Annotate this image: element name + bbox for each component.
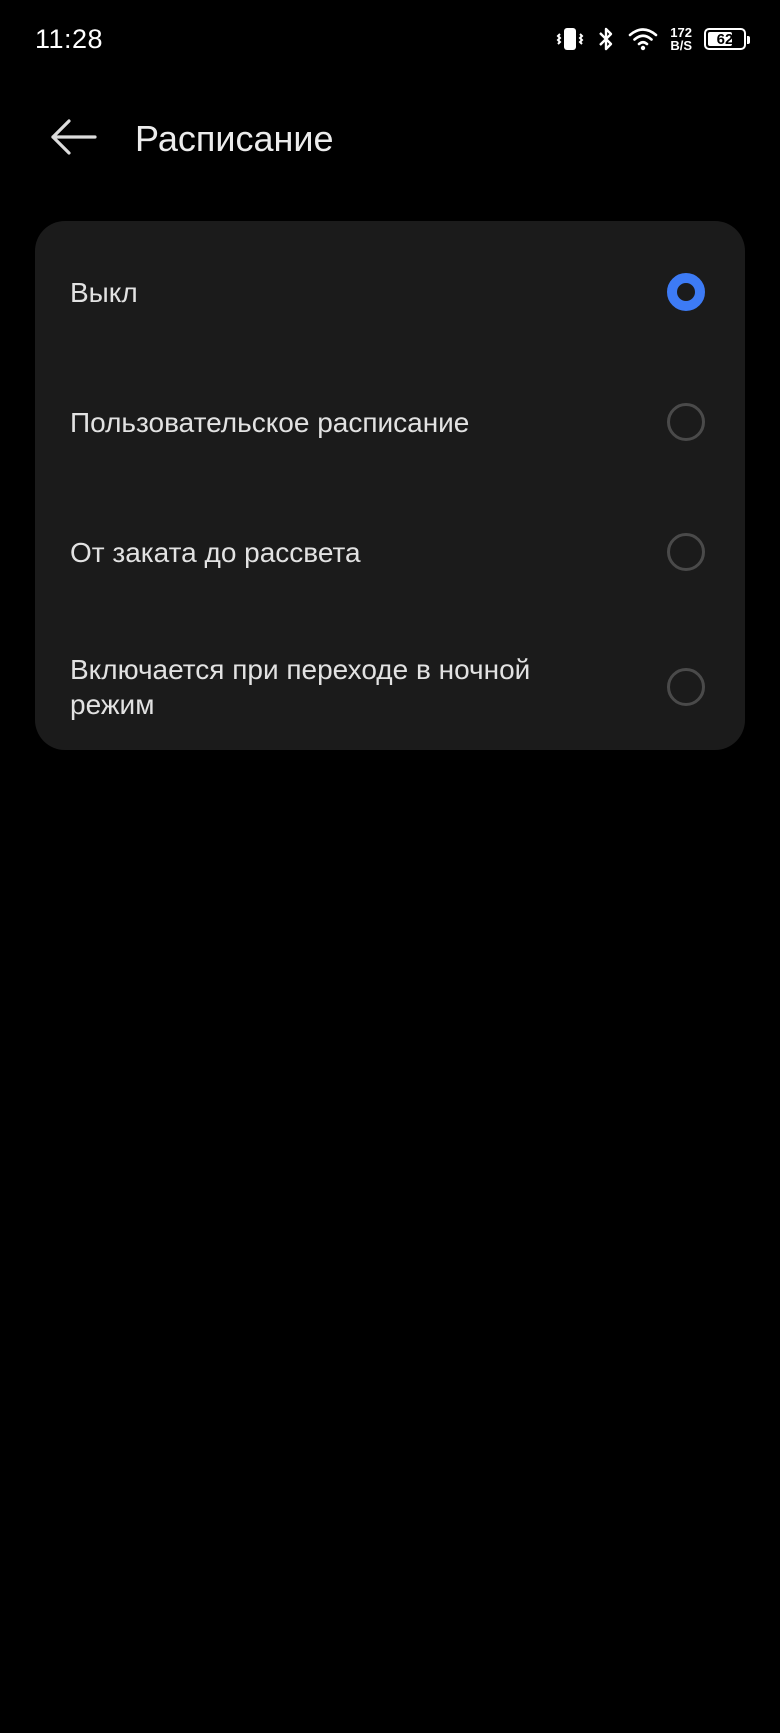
vibrate-icon [556,26,584,52]
status-icons: 172 B/S 62 [556,22,750,56]
status-bar: 11:28 172 B/S 62 [0,0,780,78]
page-title: Расписание [135,118,334,159]
wifi-icon [628,27,658,51]
option-label: Включается при переходе в ночной режим [70,654,531,720]
back-button[interactable] [40,114,106,164]
radio-button[interactable] [667,668,705,706]
option-off[interactable]: Выкл [35,227,745,357]
option-label: От заката до рассвета [70,536,361,568]
option-sunset-to-sunrise[interactable]: От заката до рассвета [35,487,745,617]
battery-level: 62 [716,30,734,48]
option-label: Пользовательское расписание [70,406,470,438]
option-custom-schedule[interactable]: Пользовательское расписание [35,357,745,487]
radio-button[interactable] [667,403,705,441]
battery-icon: 62 [704,28,750,50]
arrow-left-icon [49,117,97,162]
status-time: 11:28 [35,24,104,54]
radio-button[interactable] [667,533,705,571]
header: Расписание [0,100,780,180]
network-speed: 172 B/S [670,26,692,52]
option-night-mode[interactable]: Включается при переходе в ночной режим [35,617,745,757]
option-label: Выкл [70,276,138,308]
radio-button-selected[interactable] [667,273,705,311]
network-speed-unit: B/S [670,38,692,53]
schedule-options-card: Выкл Пользовательское расписание От зака… [35,221,745,750]
bluetooth-icon [596,26,616,52]
